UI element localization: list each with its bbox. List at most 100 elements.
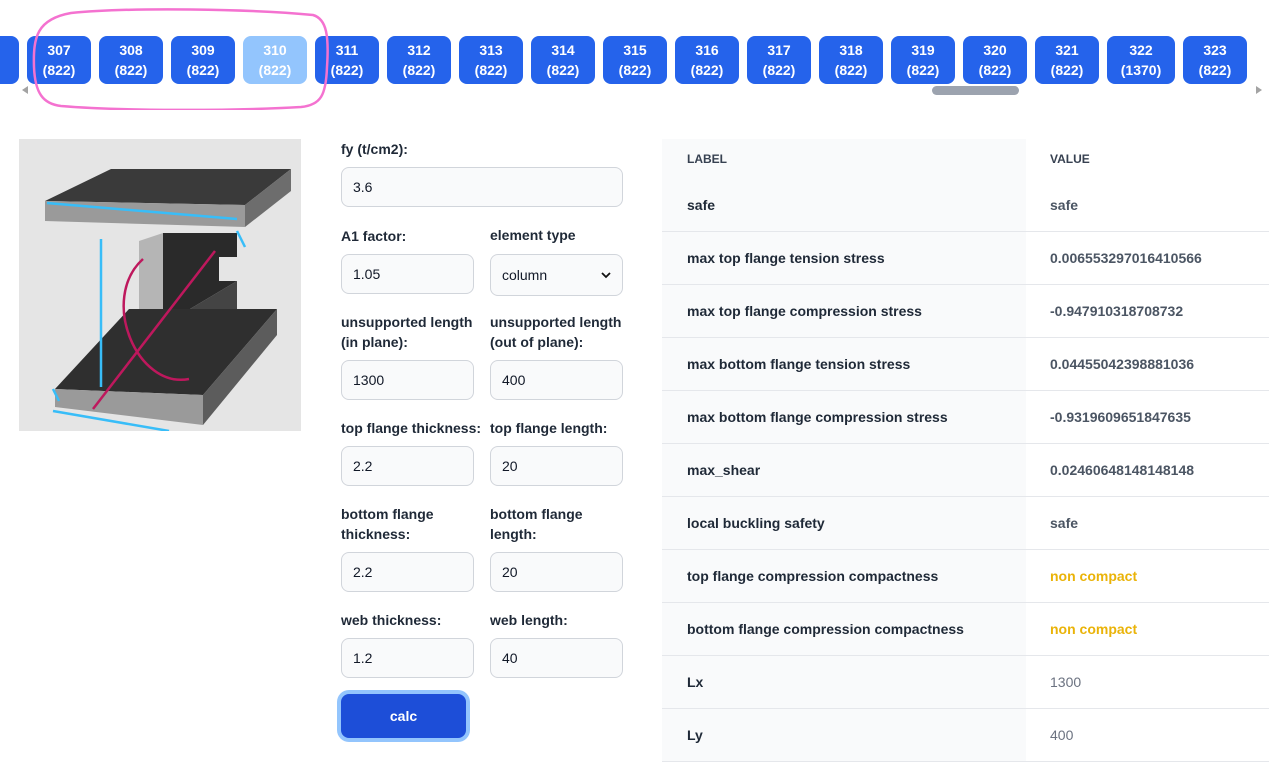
table-row: Lx 1300 <box>662 656 1269 708</box>
top-flange-length-label: top flange length: <box>490 420 608 436</box>
tab-number: 323 <box>1203 42 1227 58</box>
row-label: max_shear <box>662 444 1026 496</box>
table-header: LABEL VALUE <box>662 139 1269 179</box>
row-value: 1300 <box>1050 674 1082 690</box>
web-length-input[interactable]: 40 <box>490 638 623 678</box>
unsupported-in-plane-input[interactable]: 1300 <box>341 360 474 400</box>
tab-count: (822) <box>330 62 364 78</box>
web-thickness-label: web thickness: <box>341 612 442 628</box>
i-beam-diagram-image <box>19 139 301 431</box>
scroll-left-arrow-icon[interactable] <box>22 86 28 94</box>
tab-322[interactable]: 322 (1370) <box>1107 36 1175 84</box>
unsupported-out-of-plane-input[interactable]: 400 <box>490 360 623 400</box>
tab-323[interactable]: 323 (822) <box>1183 36 1247 84</box>
row-value: -0.947910318708732 <box>1050 303 1184 319</box>
bottom-flange-length-input[interactable]: 20 <box>490 552 623 592</box>
row-value: safe <box>1050 197 1079 213</box>
tab-count: (822) <box>546 62 580 78</box>
table-row: max bottom flange tension stress 0.04455… <box>662 338 1269 390</box>
tab-315[interactable]: 315 (822) <box>603 36 667 84</box>
annotation-circle <box>32 8 329 110</box>
table-row: Ly 400 <box>662 709 1269 761</box>
tab-count: (822) <box>834 62 868 78</box>
row-value-warning: non compact <box>1050 568 1138 584</box>
tab-319[interactable]: 319 (822) <box>891 36 955 84</box>
calc-button[interactable]: calc <box>341 694 466 738</box>
element-type-selected: column <box>502 267 548 283</box>
tab-number: 311 <box>335 42 359 58</box>
row-value-warning: non compact <box>1050 621 1138 637</box>
tab-count: (1370) <box>1120 62 1162 78</box>
a1-factor-input[interactable]: 1.05 <box>341 254 474 294</box>
scroll-right-arrow-icon[interactable] <box>1256 86 1262 94</box>
tab-314[interactable]: 314 (822) <box>531 36 595 84</box>
fy-label: fy (t/cm2): <box>341 141 408 157</box>
tab-number: 314 <box>551 42 575 58</box>
a1-factor-label: A1 factor: <box>341 228 407 244</box>
tab-count: (822) <box>690 62 724 78</box>
bottom-flange-thickness-input[interactable]: 2.2 <box>341 552 474 592</box>
tab-320[interactable]: 320 (822) <box>963 36 1027 84</box>
table-row: local buckling safety safe <box>662 497 1269 549</box>
horizontal-scrollbar-thumb[interactable] <box>932 86 1019 95</box>
row-label: Ly <box>662 709 1026 761</box>
tab-number: 318 <box>839 42 863 58</box>
row-label: bottom flange compression compactness <box>662 603 1026 655</box>
tab-number: 319 <box>911 42 935 58</box>
top-flange-thickness-label: top flange thickness: <box>341 420 482 436</box>
tab-number: 317 <box>767 42 791 58</box>
element-type-select[interactable]: column <box>490 254 623 296</box>
tab-312[interactable]: 312 (822) <box>387 36 451 84</box>
web-thickness-input[interactable]: 1.2 <box>341 638 474 678</box>
tab-number: 313 <box>479 42 503 58</box>
row-label: max top flange tension stress <box>662 232 1026 284</box>
label-column-header: LABEL <box>662 139 1026 179</box>
row-value: safe <box>1050 515 1079 531</box>
row-label: max bottom flange tension stress <box>662 338 1026 390</box>
table-row: max top flange tension stress 0.00655329… <box>662 232 1269 284</box>
tab-count: (822) <box>1198 62 1232 78</box>
tab-count: (822) <box>978 62 1012 78</box>
top-flange-thickness-input[interactable]: 2.2 <box>341 446 474 486</box>
row-label: top flange compression compactness <box>662 550 1026 602</box>
tab-count: (822) <box>906 62 940 78</box>
tab-317[interactable]: 317 (822) <box>747 36 811 84</box>
table-row: top flange compression compactness non c… <box>662 550 1269 602</box>
fy-input[interactable]: 3.6 <box>341 167 623 207</box>
table-row: max_shear 0.02460648148148148 <box>662 444 1269 496</box>
tab-number: 320 <box>983 42 1007 58</box>
tab-number: 312 <box>407 42 431 58</box>
row-label: local buckling safety <box>662 497 1026 549</box>
tab-306[interactable] <box>0 36 19 84</box>
table-row: safe safe <box>662 179 1269 231</box>
tab-number: 316 <box>695 42 719 58</box>
unsupported-out-of-plane-label: unsupported length (out of plane): <box>490 314 622 350</box>
top-flange-length-input[interactable]: 20 <box>490 446 623 486</box>
tab-321[interactable]: 321 (822) <box>1035 36 1099 84</box>
table-row: max bottom flange compression stress -0.… <box>662 391 1269 443</box>
value-column-header: VALUE <box>1050 152 1090 166</box>
tab-number: 315 <box>623 42 647 58</box>
row-label: max bottom flange compression stress <box>662 391 1026 443</box>
web-length-label: web length: <box>490 612 568 628</box>
element-type-label: element type <box>490 227 576 243</box>
row-value: 400 <box>1050 727 1074 743</box>
tab-318[interactable]: 318 (822) <box>819 36 883 84</box>
row-value: -0.9319609651847635 <box>1050 409 1191 425</box>
unsupported-in-plane-label: unsupported length (in plane): <box>341 314 473 350</box>
i-beam-illustration <box>45 169 291 431</box>
table-row: max top flange compression stress -0.947… <box>662 285 1269 337</box>
table-row: bottom flange compression compactness no… <box>662 603 1269 655</box>
tab-count: (822) <box>618 62 652 78</box>
row-label: Lx <box>662 656 1026 708</box>
tab-316[interactable]: 316 (822) <box>675 36 739 84</box>
row-value: 0.006553297016410566 <box>1050 250 1202 266</box>
tab-count: (822) <box>762 62 796 78</box>
chevron-down-icon <box>601 271 611 278</box>
tab-number: 322 <box>1129 42 1153 58</box>
tab-count: (822) <box>1050 62 1084 78</box>
tab-313[interactable]: 313 (822) <box>459 36 523 84</box>
results-table: LABEL VALUE safe safe max top flange ten… <box>662 139 1269 764</box>
bottom-flange-thickness-label: bottom flange thickness: <box>341 506 434 542</box>
row-label: max top flange compression stress <box>662 285 1026 337</box>
